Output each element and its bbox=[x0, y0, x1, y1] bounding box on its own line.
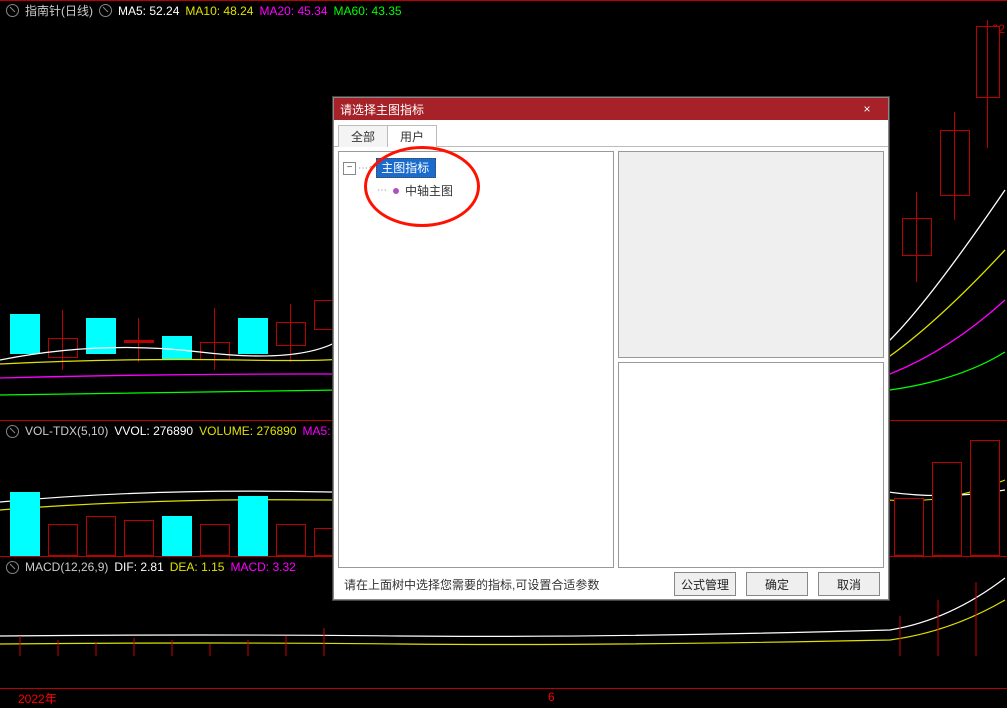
grid-line bbox=[0, 0, 1007, 1]
tree-root-row[interactable]: − ⋯∘ 主图指标 bbox=[343, 158, 609, 178]
dialog-titlebar[interactable]: 请选择主图指标 × bbox=[334, 98, 888, 120]
indicator-tree: − ⋯∘ 主图指标 ⋯ 中轴主图 bbox=[339, 152, 613, 205]
indicator-params-pane bbox=[618, 362, 884, 569]
tree-child-label: 中轴主图 bbox=[405, 182, 453, 199]
macd-header: MACD(12,26,9) DIF: 2.81 DEA: 1.15 MACD: … bbox=[6, 560, 296, 574]
tree-collapse-icon[interactable]: − bbox=[343, 162, 356, 175]
grid-line bbox=[0, 688, 1007, 689]
dialog-title-text: 请选择主图指标 bbox=[340, 101, 424, 118]
tree-child-row[interactable]: ⋯ 中轴主图 bbox=[377, 182, 609, 199]
dea-label: DEA: 1.15 bbox=[170, 560, 225, 574]
chart-title: 指南针(日线) bbox=[25, 2, 93, 19]
ok-button[interactable]: 确定 bbox=[746, 572, 808, 596]
ma5-label: MA5: 52.24 bbox=[118, 4, 179, 18]
footer-hint: 请在上面树中选择您需要的指标,可设置合适参数 bbox=[344, 576, 599, 593]
formula-manage-button[interactable]: 公式管理 bbox=[674, 572, 736, 596]
main-chart-header: 指南针(日线) MA5: 52.24 MA10: 48.24 MA20: 45.… bbox=[6, 2, 402, 19]
dialog-tabs: 全部 用户 bbox=[334, 120, 888, 147]
indicator-preview-pane bbox=[618, 151, 884, 358]
macd-value-label: MACD: 3.32 bbox=[230, 560, 295, 574]
ma60-label: MA60: 43.35 bbox=[334, 4, 402, 18]
chart-marker-icon bbox=[6, 425, 19, 438]
dialog-body: − ⋯∘ 主图指标 ⋯ 中轴主图 bbox=[334, 147, 888, 572]
tree-item-icon bbox=[391, 186, 401, 196]
dialog-footer: 请在上面树中选择您需要的指标,可设置合适参数 公式管理 确定 取消 bbox=[334, 572, 888, 602]
tab-user[interactable]: 用户 bbox=[387, 125, 437, 147]
indicator-tree-pane[interactable]: − ⋯∘ 主图指标 ⋯ 中轴主图 bbox=[338, 151, 614, 568]
tree-root-label[interactable]: 主图指标 bbox=[376, 158, 436, 178]
tab-all[interactable]: 全部 bbox=[338, 125, 388, 147]
chart-marker-icon bbox=[6, 561, 19, 574]
close-icon: × bbox=[863, 102, 870, 116]
chart-marker-icon bbox=[6, 4, 19, 17]
x-axis-month: 6 bbox=[548, 690, 555, 704]
chart-marker-icon bbox=[99, 4, 112, 17]
dialog-right-column bbox=[618, 151, 884, 568]
close-button[interactable]: × bbox=[846, 98, 888, 120]
volume-header: VOL-TDX(5,10) VVOL: 276890 VOLUME: 27689… bbox=[6, 424, 347, 438]
ma10-label: MA10: 48.24 bbox=[185, 4, 253, 18]
vol-indicator: VOL-TDX(5,10) bbox=[25, 424, 108, 438]
dif-label: DIF: 2.81 bbox=[114, 560, 163, 574]
macd-indicator: MACD(12,26,9) bbox=[25, 560, 108, 574]
select-main-indicator-dialog: 请选择主图指标 × 全部 用户 − ⋯∘ 主图指标 ⋯ 中轴主图 bbox=[333, 97, 889, 600]
volume-label: VOLUME: 276890 bbox=[199, 424, 296, 438]
vvol-label: VVOL: 276890 bbox=[114, 424, 193, 438]
ma20-label: MA20: 45.34 bbox=[259, 4, 327, 18]
x-axis-year: 2022年 bbox=[18, 690, 57, 707]
cancel-button[interactable]: 取消 bbox=[818, 572, 880, 596]
